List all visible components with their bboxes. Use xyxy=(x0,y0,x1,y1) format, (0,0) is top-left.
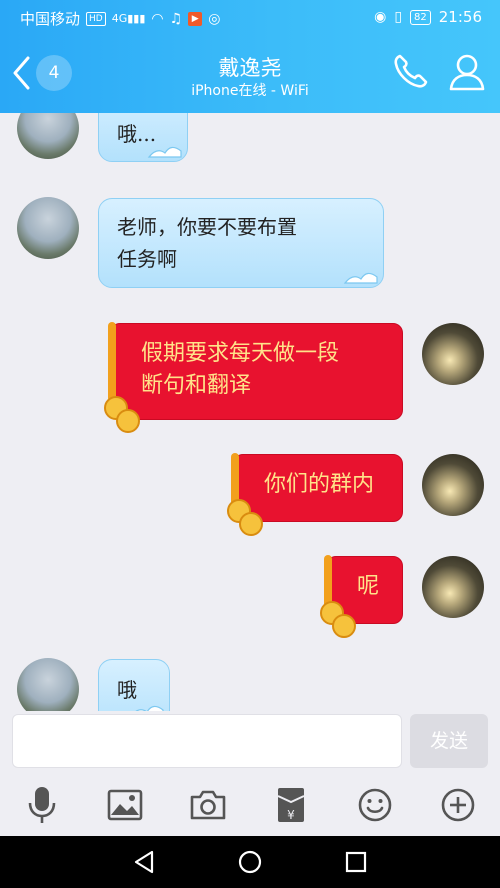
video-app-icon: ▶ xyxy=(188,11,203,26)
carrier-label: 中国移动 xyxy=(20,10,81,28)
app-notification-icon: ◎ xyxy=(208,10,221,27)
contact-avatar[interactable] xyxy=(17,113,79,159)
camera-button[interactable] xyxy=(188,785,228,825)
message-text: 你们的群内 xyxy=(264,472,375,497)
message-text-line: 任务啊 xyxy=(117,247,177,271)
triangle-back-icon xyxy=(134,850,154,874)
message-input[interactable] xyxy=(12,714,402,768)
emoji-icon xyxy=(358,788,392,822)
call-button[interactable] xyxy=(390,52,430,96)
vibrate-icon: ▯ xyxy=(394,9,403,25)
red-packet-icon: ¥ xyxy=(277,788,305,822)
emoji-button[interactable] xyxy=(355,785,395,825)
input-toolbar: ¥ xyxy=(0,771,500,836)
chat-header: 中国移动 HD 4G▮▮▮ ◠ ♫ ▶ ◎ ◉ ▯ 82 21:56 4 戴逸尧… xyxy=(0,0,500,113)
plus-icon xyxy=(441,788,475,822)
audio-icon: ♫ xyxy=(169,10,183,27)
coin-decoration-icon xyxy=(320,555,356,638)
message-bubble-in[interactable]: 哦 xyxy=(98,659,170,711)
my-avatar[interactable] xyxy=(422,454,484,516)
message-bubble-in[interactable]: 哦... xyxy=(98,113,188,162)
wave-decoration-icon xyxy=(135,705,164,711)
voice-button[interactable] xyxy=(22,785,62,825)
message-bubble-out[interactable]: 假期要求每天做一段 断句和翻译 xyxy=(110,323,403,420)
nav-home-button[interactable] xyxy=(237,849,263,879)
contact-avatar[interactable] xyxy=(17,197,79,259)
profile-button[interactable] xyxy=(448,52,486,96)
message-text: 哦 xyxy=(117,678,137,702)
system-nav-bar xyxy=(0,836,500,888)
message-text-line: 老师，你要不要布置 xyxy=(117,215,297,239)
wifi-icon: ◠ xyxy=(151,10,164,27)
chat-area[interactable]: 哦... 老师，你要不要布置 任务啊 假期要求每天做一段 断句和翻译 你们的群内… xyxy=(0,113,500,711)
status-bar: 中国移动 HD 4G▮▮▮ ◠ ♫ ▶ ◎ ◉ ▯ 82 21:56 xyxy=(0,0,500,34)
message-text: 呢 xyxy=(357,574,380,599)
square-recents-icon xyxy=(345,851,367,873)
eye-icon: ◉ xyxy=(374,9,387,25)
person-icon xyxy=(449,54,485,91)
camera-icon xyxy=(190,790,226,820)
hd-badge: HD xyxy=(86,11,106,26)
red-packet-button[interactable]: ¥ xyxy=(271,785,311,825)
svg-text:¥: ¥ xyxy=(287,808,295,822)
gallery-button[interactable] xyxy=(105,785,145,825)
my-avatar[interactable] xyxy=(422,556,484,618)
coin-decoration-icon xyxy=(227,453,263,536)
input-bar: 发送 xyxy=(0,711,500,771)
battery-icon: 82 xyxy=(410,9,431,25)
more-button[interactable] xyxy=(438,785,478,825)
clock: 21:56 xyxy=(438,8,482,26)
wave-decoration-icon xyxy=(343,272,378,284)
send-button[interactable]: 发送 xyxy=(410,714,488,768)
coin-decoration-icon xyxy=(104,322,140,433)
my-avatar[interactable] xyxy=(422,323,484,385)
mic-icon xyxy=(28,787,56,823)
message-text-line: 断句和翻译 xyxy=(141,373,252,398)
signal-icon: 4G▮▮▮ xyxy=(111,12,146,25)
phone-icon xyxy=(394,54,428,88)
nav-back-button[interactable] xyxy=(132,849,156,879)
message-text-line: 假期要求每天做一段 xyxy=(141,341,340,366)
message-bubble-in[interactable]: 老师，你要不要布置 任务啊 xyxy=(98,198,384,288)
image-icon xyxy=(107,789,143,821)
nav-recents-button[interactable] xyxy=(344,849,368,879)
wave-decoration-icon xyxy=(147,146,182,158)
contact-avatar[interactable] xyxy=(17,658,79,711)
circle-home-icon xyxy=(238,850,262,874)
